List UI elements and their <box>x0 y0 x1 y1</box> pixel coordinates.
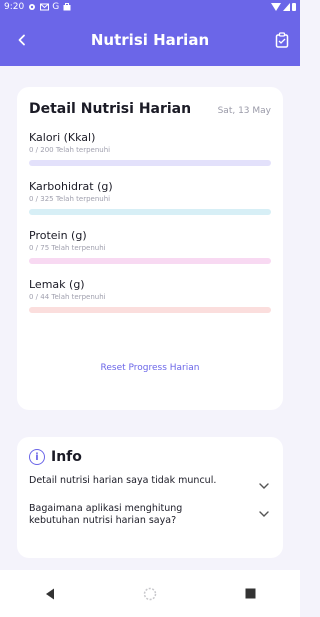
back-button[interactable] <box>10 28 34 52</box>
info-title: Info <box>51 449 82 465</box>
back-arrow-icon <box>18 34 25 46</box>
card-title: Detail Nutrisi Harian <box>29 101 192 117</box>
progress-bar <box>29 258 271 264</box>
nav-back-button[interactable] <box>30 579 70 609</box>
clipboard-icon <box>275 32 289 48</box>
nutrient-label: Lemak (g) <box>29 278 85 291</box>
nutrient-carbohydrate: Karbohidrat (g) 0 / 325 Telah terpenuhi <box>29 180 271 215</box>
gmail-icon <box>40 3 50 11</box>
nutrient-label: Protein (g) <box>29 229 87 242</box>
battery-icon <box>292 3 296 11</box>
status-bar: 9:20 G <box>0 0 300 14</box>
faq-item[interactable]: Detail nutrisi harian saya tidak muncul. <box>29 475 271 493</box>
back-triangle-icon <box>46 588 54 599</box>
google-icon: G <box>52 2 60 12</box>
nutrient-protein: Protein (g) 0 / 75 Telah terpenuhi <box>29 229 271 264</box>
progress-bar <box>29 307 271 313</box>
signal-icon <box>283 3 290 11</box>
faq-item[interactable]: Bagaimana aplikasi menghitung kebutuhan … <box>29 503 271 527</box>
progress-bar <box>29 209 271 215</box>
clipboard-button[interactable] <box>270 28 294 52</box>
nutrient-status: 0 / 75 Telah terpenuhi <box>29 244 106 252</box>
chevron-down-icon[interactable] <box>257 479 271 493</box>
nutrient-label: Karbohidrat (g) <box>29 180 113 193</box>
nutrient-fat: Lemak (g) 0 / 44 Telah terpenuhi <box>29 278 271 313</box>
briefcase-icon <box>63 3 71 11</box>
recents-square-icon <box>245 588 255 599</box>
nutrient-calories: Kalori (Kkal) 0 / 200 Telah terpenuhi <box>29 131 271 166</box>
nutrient-status: 0 / 200 Telah terpenuhi <box>29 146 111 154</box>
status-time: 9:20 <box>4 2 25 12</box>
app-bar: Nutrisi Harian <box>0 14 300 66</box>
nav-recents-button[interactable] <box>230 579 270 609</box>
faq-question: Bagaimana aplikasi menghitung kebutuhan … <box>29 503 183 526</box>
nutrient-label: Kalori (Kkal) <box>29 131 96 144</box>
nav-home-button[interactable] <box>130 579 170 609</box>
reset-progress-button[interactable]: Reset Progress Harian <box>17 363 283 373</box>
chevron-down-icon[interactable] <box>257 507 271 521</box>
nutrition-detail-card: Detail Nutrisi Harian Sat, 13 May Kalori… <box>17 87 283 410</box>
nutrient-status: 0 / 44 Telah terpenuhi <box>29 293 106 301</box>
info-icon: i <box>29 449 45 465</box>
progress-bar <box>29 160 271 166</box>
info-card: i Info Detail nutrisi harian saya tidak … <box>17 437 283 558</box>
nutrient-status: 0 / 325 Telah terpenuhi <box>29 195 111 203</box>
gear-icon <box>28 3 36 11</box>
date-label: Sat, 13 May <box>217 106 271 116</box>
system-nav-bar <box>0 570 300 617</box>
home-circle-icon <box>143 587 157 600</box>
page-title: Nutrisi Harian <box>90 31 210 49</box>
faq-question: Detail nutrisi harian saya tidak muncul. <box>29 475 217 486</box>
wifi-icon <box>271 3 281 11</box>
